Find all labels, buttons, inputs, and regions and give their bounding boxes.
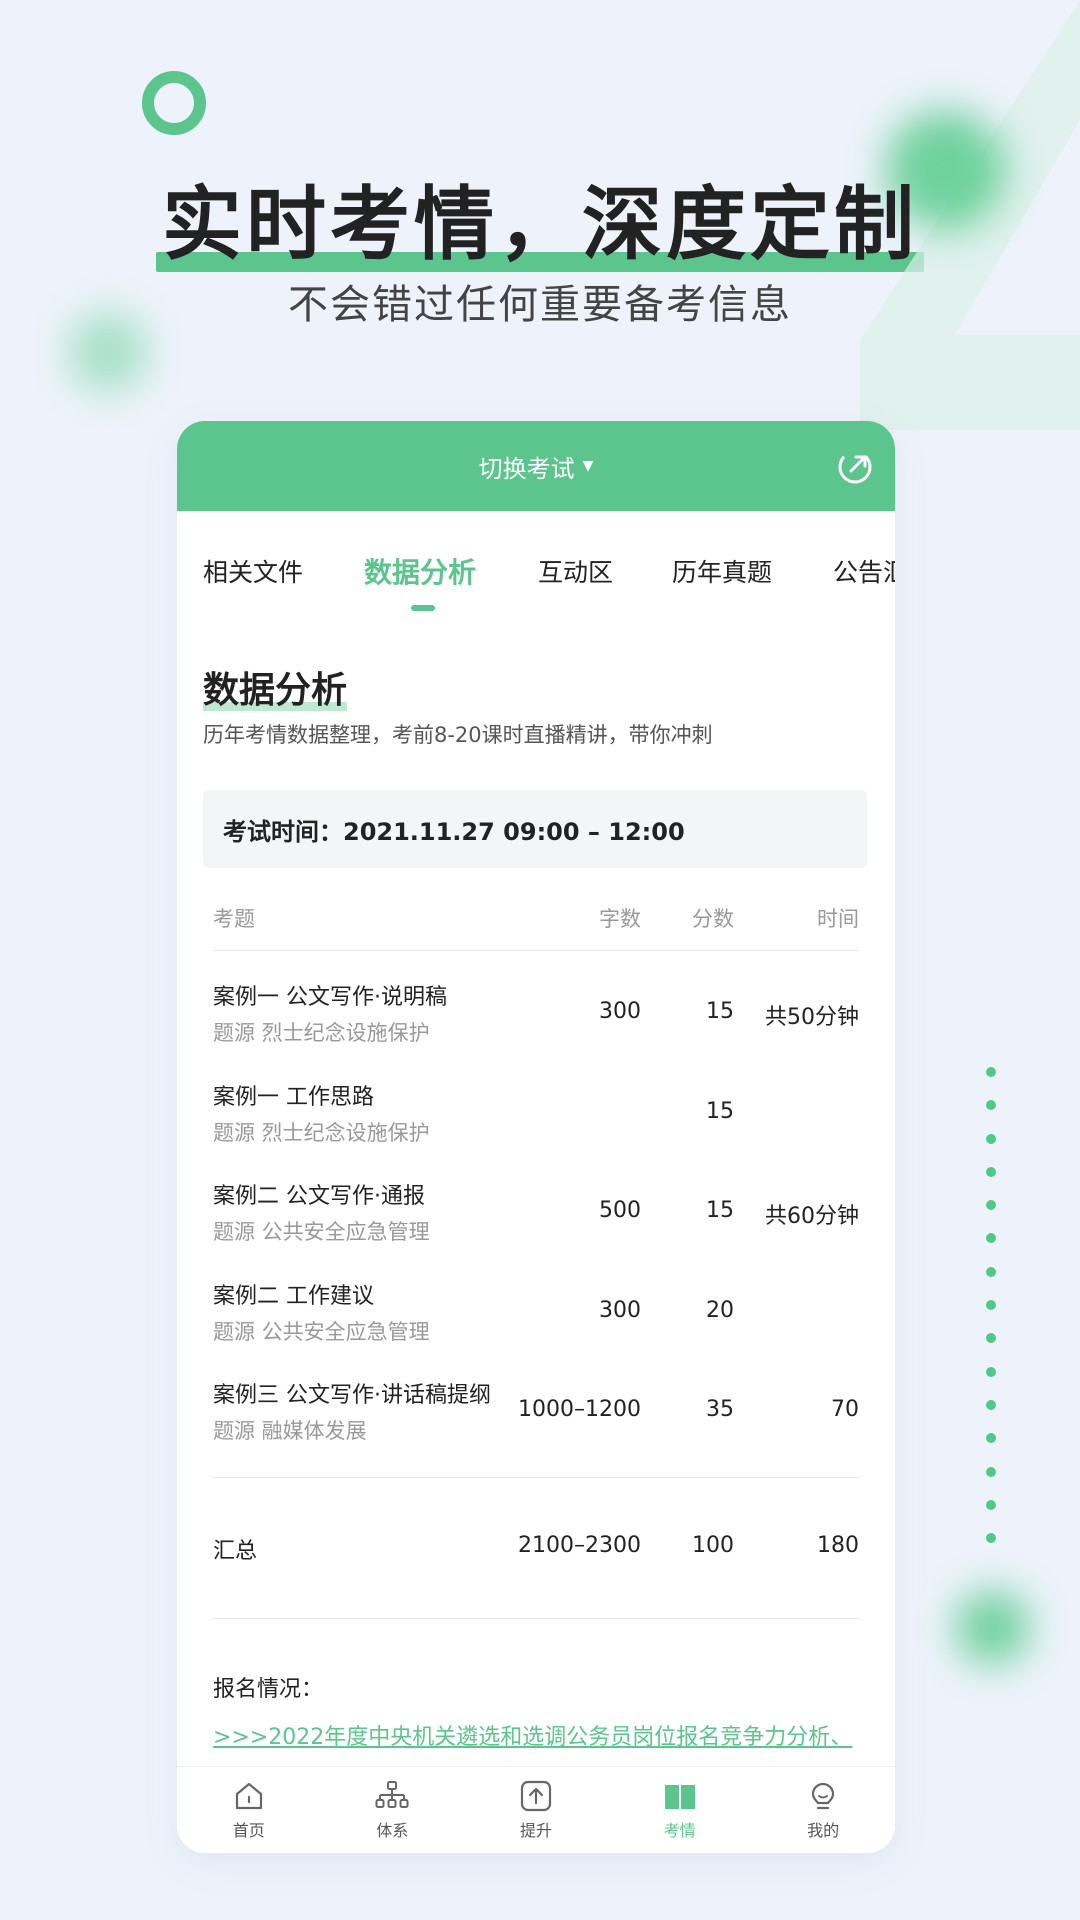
question-title: 案例二 公文写作·通报	[213, 1184, 425, 1210]
profile-icon	[812, 1782, 835, 1810]
section-description: 历年考情数据整理，考前8-20课时直播精讲，带你冲刺	[203, 723, 713, 747]
header-score: 分数	[692, 907, 734, 931]
nav-profile[interactable]: 我的	[751, 1767, 895, 1853]
total-label: 汇总	[213, 1538, 258, 1564]
score: 15	[706, 999, 734, 1024]
question-title: 案例一 工作思路	[213, 1084, 374, 1110]
word-count: 300	[599, 999, 641, 1024]
question-source: 题源 烈士纪念设施保护	[213, 1120, 430, 1145]
score: 20	[706, 1297, 734, 1323]
upload-icon	[520, 1780, 552, 1812]
app-header: 切换考试 ▼	[177, 421, 895, 511]
registration-link[interactable]: >>>2022年度中央机关遴选和选调公务员岗位报名竞争力分析、	[213, 1719, 863, 1751]
caret-down-icon: ▼	[582, 458, 594, 474]
divider	[213, 1617, 859, 1619]
table-row: 案例二 工作建议 题源 公共安全应急管理 300 20	[213, 1278, 859, 1378]
total-time: 180	[817, 1532, 859, 1558]
exam-table: 考题 字数 分数 时间 案例一 公文写作·说明稿 题源 烈士纪念设施保护 300…	[213, 891, 859, 1619]
section-title: 数据分析	[203, 670, 348, 711]
total-row: 汇总 2100–2300 100 180	[213, 1478, 859, 1618]
total-words: 2100–2300	[518, 1532, 641, 1558]
nav-home[interactable]: 首页	[177, 1767, 321, 1853]
table-row: 案例二 公文写作·通报 题源 公共安全应急管理 500 15 共60分钟	[213, 1178, 859, 1278]
book-icon	[664, 1785, 695, 1809]
word-count: 300	[599, 1297, 641, 1323]
exam-time-box: 考试时间：2021.11.27 09:00 – 12:00	[203, 790, 867, 868]
promo-subheadline: 不会错过任何重要备考信息	[288, 282, 792, 328]
headline-text: 实时考情，深度定制	[162, 178, 918, 271]
score: 15	[706, 1198, 734, 1224]
question-source: 题源 烈士纪念设施保护	[213, 1021, 430, 1045]
app-screen-card: 切换考试 ▼ 相关文件 数据分析 互动区 历年真题 公告汇 数据分析 历年考情数…	[177, 421, 895, 1853]
table-header: 考题 字数 分数 时间	[213, 891, 859, 951]
ring-decoration	[142, 71, 206, 135]
nav-label: 考情	[663, 1821, 696, 1840]
header-question: 考题	[213, 907, 255, 931]
hierarchy-icon	[375, 1781, 409, 1808]
header-time: 时间	[817, 907, 859, 931]
word-count: 500	[599, 1198, 641, 1224]
glow-decoration	[955, 1590, 1030, 1665]
table-row: 案例一 公文写作·说明稿 题源 烈士纪念设施保护 300 15 共50分钟	[213, 979, 859, 1079]
question-source: 题源 融媒体发展	[213, 1419, 367, 1444]
nav-label: 体系	[376, 1821, 409, 1840]
nav-improve[interactable]: 提升	[464, 1767, 608, 1853]
nav-label: 我的	[807, 1821, 840, 1840]
promo-headline: 实时考情，深度定制	[156, 160, 924, 276]
active-tab-indicator	[411, 605, 435, 611]
table-row: 案例一 工作思路 题源 烈士纪念设施保护 15	[213, 1079, 859, 1179]
nav-label: 首页	[232, 1821, 265, 1840]
header-words: 字数	[599, 907, 641, 931]
score: 15	[706, 1098, 734, 1124]
question-source: 题源 公共安全应急管理	[213, 1220, 430, 1245]
table-row: 案例三 公文写作·讲话稿提纲 题源 融媒体发展 1000–1200 35 70	[213, 1377, 859, 1477]
nav-system[interactable]: 体系	[321, 1767, 465, 1853]
time-limit: 共50分钟	[765, 1005, 859, 1030]
question-title: 案例一 公文写作·说明稿	[213, 985, 447, 1010]
tab-data-analysis[interactable]: 数据分析	[364, 551, 476, 591]
tab-related-files[interactable]: 相关文件	[203, 553, 303, 589]
exam-switch-dropdown[interactable]: 切换考试 ▼	[479, 449, 594, 484]
time-limit: 共60分钟	[765, 1204, 859, 1230]
share-icon[interactable]	[837, 449, 873, 485]
word-count: 1000–1200	[518, 1397, 641, 1423]
question-source: 题源 公共安全应急管理	[213, 1319, 430, 1344]
score: 35	[706, 1397, 734, 1423]
time-limit: 70	[831, 1397, 859, 1423]
bottom-navigation: 首页 体系 提升 考情 我的	[177, 1766, 895, 1853]
registration-label: 报名情况：	[213, 1677, 324, 1702]
nav-exam-info[interactable]: 考情	[608, 1767, 752, 1853]
tab-past-papers[interactable]: 历年真题	[672, 553, 772, 589]
question-title: 案例三 公文写作·讲话稿提纲	[213, 1383, 491, 1409]
question-title: 案例二 工作建议	[213, 1283, 374, 1309]
tab-bar: 相关文件 数据分析 互动区 历年真题 公告汇	[177, 511, 895, 631]
total-score: 100	[692, 1532, 734, 1558]
home-icon	[235, 1782, 262, 1810]
nav-label: 提升	[519, 1821, 552, 1840]
dot-column-decoration	[986, 1067, 996, 1566]
exam-switch-label: 切换考试	[478, 454, 575, 483]
tab-announcements[interactable]: 公告汇	[833, 553, 895, 589]
tab-interaction[interactable]: 互动区	[538, 553, 613, 589]
